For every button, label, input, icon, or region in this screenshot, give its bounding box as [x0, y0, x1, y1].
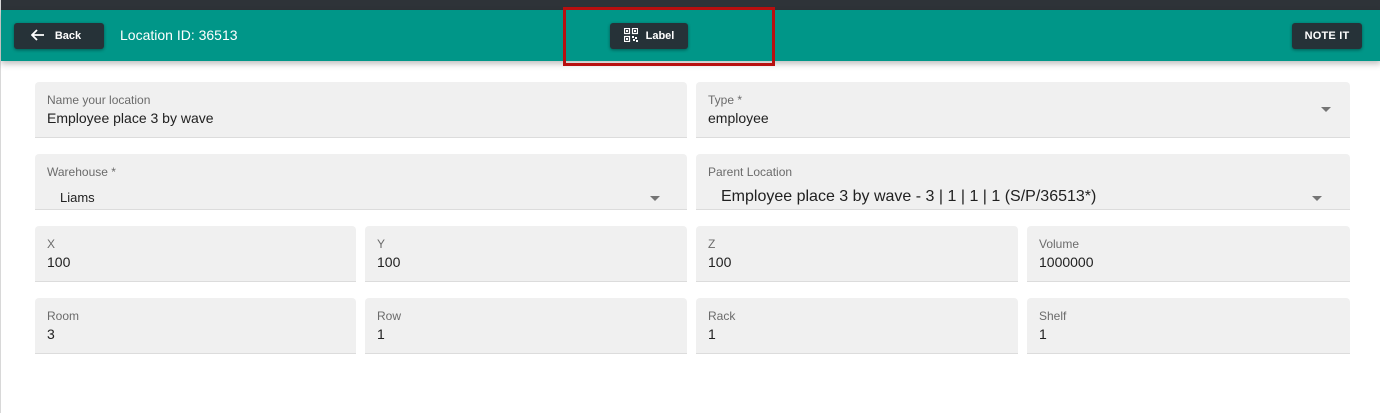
row-field[interactable]: Row 1: [365, 298, 687, 354]
name-field[interactable]: Name your location Employee place 3 by w…: [35, 82, 687, 138]
name-field-value: Employee place 3 by wave: [47, 110, 214, 126]
room-field[interactable]: Room 3: [35, 298, 356, 354]
type-select-label: Type *: [708, 93, 743, 107]
page-title: Location ID: 36513: [120, 27, 238, 43]
arrow-left-icon: [30, 28, 45, 44]
app-bar: Back Location ID: 36513 Label NOTE IT: [1, 10, 1380, 61]
volume-field-value: 1000000: [1039, 254, 1094, 270]
y-field-label: Y: [377, 237, 386, 251]
z-field-value: 100: [708, 254, 732, 270]
shelf-field[interactable]: Shelf 1: [1027, 298, 1350, 354]
caret-down-icon[interactable]: [1321, 107, 1331, 112]
shelf-field-value: 1: [1039, 326, 1047, 342]
row-field-label: Row: [377, 309, 402, 323]
volume-field-label: Volume: [1039, 237, 1080, 251]
note-it-button[interactable]: NOTE IT: [1292, 23, 1362, 49]
rack-field-label: Rack: [708, 309, 736, 323]
x-field-value: 100: [47, 254, 71, 270]
y-field[interactable]: Y 100: [365, 226, 687, 282]
room-field-value: 3: [47, 326, 55, 342]
z-field[interactable]: Z 100: [696, 226, 1018, 282]
type-select-value: employee: [708, 110, 769, 126]
parent-location-value: Employee place 3 by wave - 3 | 1 | 1 | 1…: [721, 188, 1097, 205]
name-field-label: Name your location: [47, 93, 151, 107]
back-button[interactable]: Back: [14, 23, 104, 49]
caret-down-icon[interactable]: [1312, 196, 1322, 201]
x-field[interactable]: X 100: [35, 226, 356, 282]
row-field-value: 1: [377, 326, 385, 342]
warehouse-select-label: Warehouse *: [47, 165, 116, 179]
shelf-field-label: Shelf: [1039, 309, 1067, 323]
window-top-strip: [1, 0, 1380, 10]
label-button[interactable]: Label: [610, 23, 688, 49]
rack-field-value: 1: [708, 326, 716, 342]
volume-field[interactable]: Volume 1000000: [1027, 226, 1350, 282]
warehouse-select-value: Liams: [60, 190, 95, 205]
rack-field[interactable]: Rack 1: [696, 298, 1018, 354]
z-field-label: Z: [708, 237, 716, 251]
qr-code-icon: [623, 27, 638, 45]
back-button-label: Back: [54, 30, 82, 42]
type-select[interactable]: Type * employee: [696, 82, 1350, 138]
x-field-label: X: [47, 237, 56, 251]
parent-location-label: Parent Location: [708, 165, 793, 179]
caret-down-icon[interactable]: [650, 196, 660, 201]
label-button-text: Label: [645, 30, 675, 42]
warehouse-select[interactable]: Warehouse * Liams: [35, 154, 687, 210]
y-field-value: 100: [377, 254, 401, 270]
room-field-label: Room: [47, 309, 80, 323]
parent-location-select[interactable]: Parent Location Employee place 3 by wave…: [696, 154, 1350, 210]
